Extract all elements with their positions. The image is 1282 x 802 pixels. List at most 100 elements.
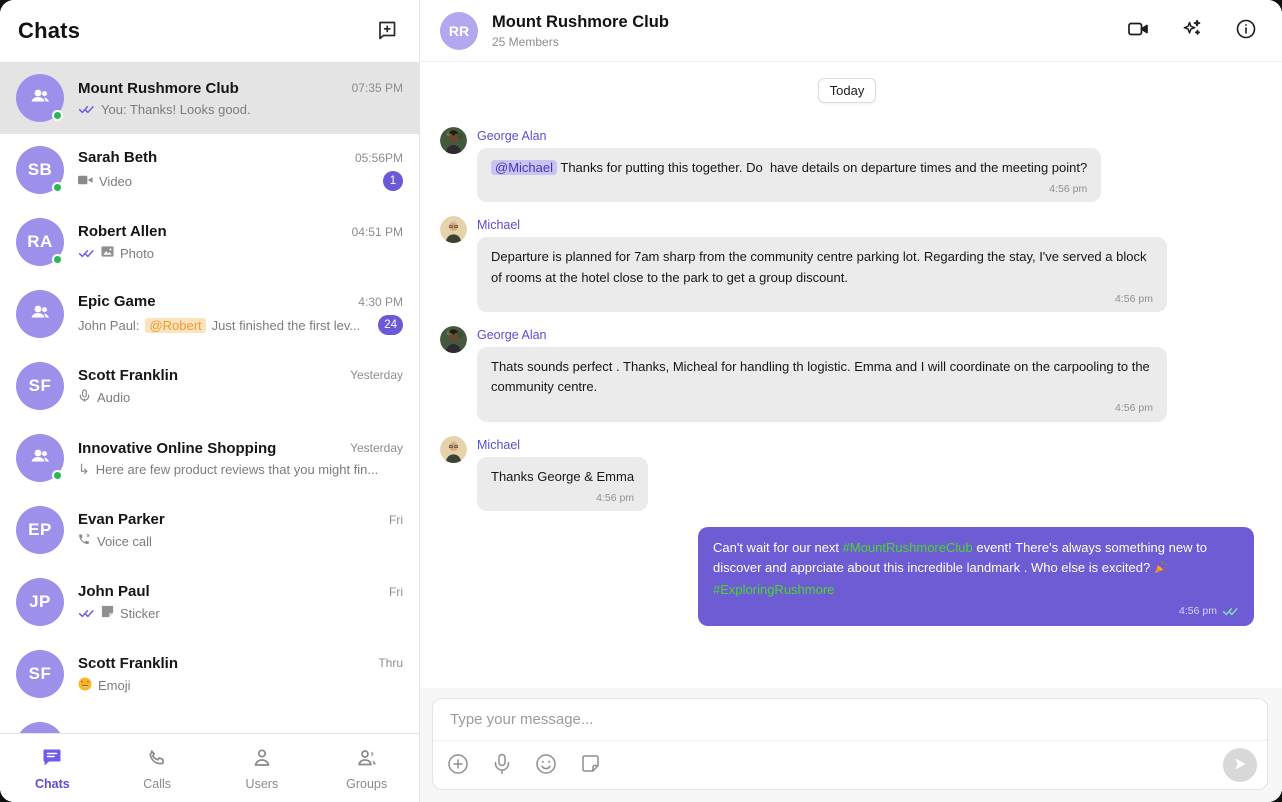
group-avatar-icon [27,299,53,330]
chat-list-item[interactable]: RA Robert Allen 04:51 PM Photo [0,206,419,278]
avatar-initials: EP [16,506,64,554]
sticker-icon [580,753,601,777]
message-text: Thanks George & Emma [491,468,635,484]
chat-name: Scott Franklin [78,366,179,384]
message-incoming: Michael Departure is planned for 7am sha… [440,216,1254,312]
chat-preview: Just finished the first lev... [211,317,361,333]
emoji-button[interactable] [533,751,559,780]
message-text: Can't wait for our next [713,539,843,555]
send-icon [1232,756,1248,775]
smiley-icon [535,753,557,778]
chat-panel: RR Mount Rushmore Club 25 Members Today … [420,0,1282,802]
mention-pill: @Robert [145,317,206,333]
chat-header: RR Mount Rushmore Club 25 Members [420,0,1282,62]
double-check-icon [78,104,95,115]
chat-preview: Sticker [120,605,160,621]
chat-preview: Emoji [98,677,131,693]
chat-list[interactable]: Mount Rushmore Club 07:35 PM You: Thanks!… [0,62,419,733]
double-check-icon [78,608,95,619]
message-incoming: George Alan @Michael Thanks for putting … [440,127,1254,203]
sidebar: Chats Mount Rushmore Club 07:35 PM You: T… [0,0,420,802]
message-time: 4:56 pm [1115,402,1153,415]
nav-tab-users[interactable]: Users [210,734,315,802]
compose-icon [375,18,399,45]
video-camera-icon [1126,17,1150,44]
nav-label: Users [245,776,279,791]
sender-name: George Alan [477,129,547,143]
chat-name: Sarah Beth [78,149,158,166]
video-icon [78,174,93,189]
sender-name: Michael [477,437,521,452]
avatar-initials: JP [16,578,64,626]
online-dot [52,470,63,481]
message-input[interactable] [433,699,1267,741]
photo-icon [101,245,114,261]
avatar: SF [16,362,64,410]
chat-info-button[interactable] [1232,15,1260,46]
chat-title: Mount Rushmore Club [492,12,669,31]
nav-tab-calls[interactable]: Calls [105,734,210,802]
mic-icon [78,388,91,406]
info-icon [1234,17,1258,44]
chat-list-item[interactable]: Mount Rushmore Club 07:35 PM You: Thanks!… [0,62,419,134]
chat-name: Scott Franklin [78,654,179,672]
mention-pill[interactable]: @Michael [491,160,557,175]
chat-preview: Here are few product reviews that you mi… [95,461,379,477]
composer [432,698,1268,790]
message-text: Departure is planned for 7am sharp from … [491,249,1151,285]
sidebar-header: Chats [0,0,419,62]
nav-tab-groups[interactable]: Groups [314,734,419,802]
chats-icon [40,746,64,773]
sender-prefix: John Paul: [78,317,140,333]
reply-arrow-icon: ↳ [78,461,90,477]
bottom-nav: Chats Calls Users Groups [0,733,419,802]
chat-preview: Voice call [97,533,152,549]
messenger-app: Chats Mount Rushmore Club 07:35 PM You: T… [0,0,1282,802]
nav-tab-chats[interactable]: Chats [0,734,105,802]
chat-list-item[interactable]: EP Evan Parker Fri Voice call [0,494,419,566]
chat-list-item[interactable]: SF Scott Franklin Thru Emoji [0,638,419,710]
chat-list-item[interactable]: JP John Paul Fri Sticker [0,566,419,638]
chat-list-item[interactable]: SF Scott Franklin Yesterday Audio [0,350,419,422]
send-button[interactable] [1223,748,1257,782]
chat-preview: Video [99,173,133,189]
message-time: 4:56 pm [596,491,635,504]
chat-name: Robert Allen [78,223,167,240]
sender-avatar [440,435,467,463]
calls-icon [145,746,169,773]
sender-name: Michael [477,218,521,233]
plus-circle-icon [447,753,469,778]
chat-list-item-partial[interactable] [0,710,419,733]
ai-assistant-button[interactable] [1178,15,1206,46]
sidebar-title: Chats [18,18,81,43]
video-call-button[interactable] [1124,15,1152,46]
date-separator: Today [817,78,877,103]
groups-icon [355,746,379,773]
heart-eyes-emoji [78,677,92,694]
chat-list-item[interactable]: Innovative Online Shopping Yesterday ↳ Her… [0,422,419,494]
voice-record-button[interactable] [490,751,514,780]
hashtag-link[interactable]: #ExploringRushmore [713,582,834,597]
hashtag-link[interactable]: #MountRushmoreClub [843,540,973,555]
sticker-icon [101,605,114,621]
message-outgoing: Can't wait for our next #MountRushmoreCl… [440,526,1254,626]
chat-name: Evan Parker [78,511,165,528]
sticker-button[interactable] [578,751,603,779]
message-bubble: Departure is planned for 7am sharp from … [477,237,1167,312]
avatar: JP [16,578,64,626]
nav-label: Chats [35,776,70,791]
attach-button[interactable] [445,751,471,780]
new-chat-button[interactable] [373,16,401,47]
chat-time: 4:30 PM [358,294,403,309]
composer-area [420,688,1282,802]
chat-list-item[interactable]: SB Sarah Beth 05:56PM Video 1 [0,134,419,206]
chat-avatar: RR [440,11,478,50]
message-bubble: Thanks George & Emma 4:56 pm [477,456,649,511]
message-list[interactable]: Today George Alan @Michael Thanks for pu… [420,62,1282,688]
nav-label: Calls [143,776,172,791]
unread-badge: 24 [378,315,403,335]
chat-name: Epic Game [78,293,156,310]
chat-name: Mount Rushmore Club [78,79,239,97]
message-incoming: Michael Thanks George & Emma 4:56 pm [440,435,1254,511]
chat-list-item[interactable]: Epic Game 4:30 PM John Paul: @Robert Just f… [0,278,419,350]
